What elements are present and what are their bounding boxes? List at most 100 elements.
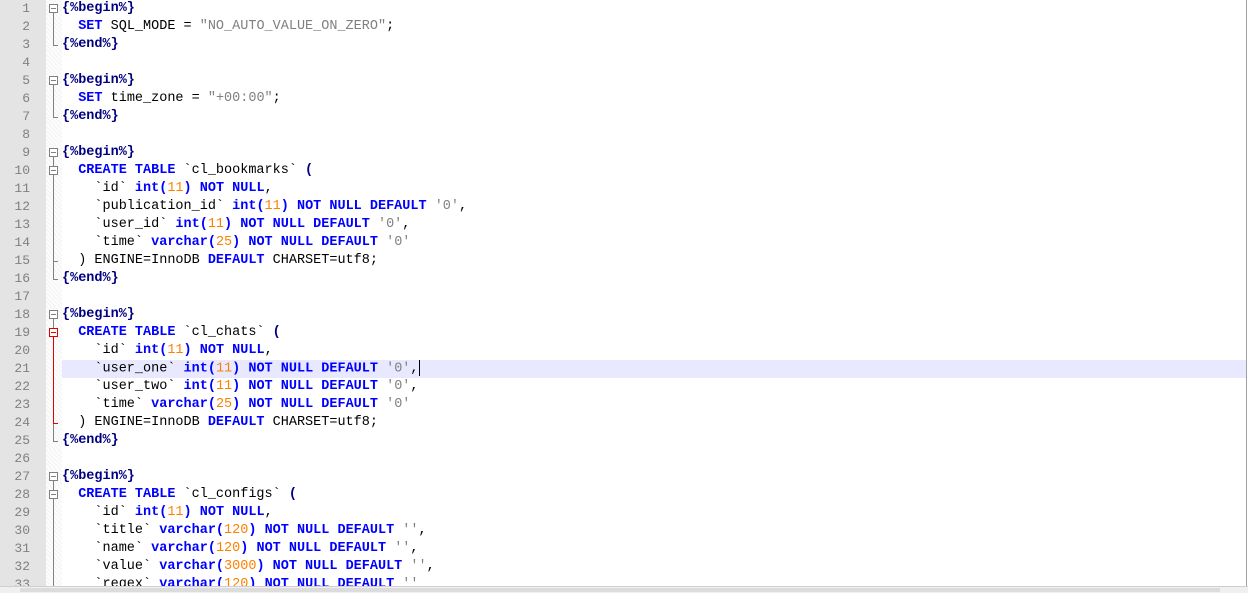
code-text[interactable]: {%begin%} — [62, 144, 1246, 162]
line-number: 1 — [0, 0, 46, 18]
code-line[interactable]: 8 — [0, 126, 1246, 144]
code-editor[interactable]: 1 {%begin%} 2 SET SQL_MODE = "NO_AUTO_VALU… — [0, 0, 1247, 586]
code-token: , — [264, 181, 273, 196]
line-number: 28 — [0, 486, 46, 504]
code-line[interactable]: 1 {%begin%} — [0, 0, 1246, 18]
code-line[interactable]: 4 — [0, 54, 1246, 72]
code-text[interactable]: `id` int(11) NOT NULL, — [62, 504, 1246, 522]
code-text[interactable]: SET time_zone = "+00:00"; — [62, 90, 1246, 108]
code-line[interactable]: 9 {%begin%} — [0, 144, 1246, 162]
code-text[interactable]: `publication_id` int(11) NOT NULL DEFAUL… — [62, 198, 1246, 216]
fold-collapse-icon[interactable] — [49, 76, 58, 85]
code-line[interactable]: 20 `id` int(11) NOT NULL, — [0, 342, 1246, 360]
code-text[interactable]: CREATE TABLE `cl_chats` ( — [62, 324, 1246, 342]
code-text[interactable]: {%end%} — [62, 108, 1246, 126]
code-text[interactable]: {%begin%} — [62, 468, 1246, 486]
code-token: {%begin%} — [62, 1, 135, 16]
code-line[interactable]: 30 `title` varchar(120) NOT NULL DEFAULT… — [0, 522, 1246, 540]
code-token: `user_id` — [62, 217, 176, 232]
code-token: NOT NULL — [199, 181, 265, 196]
code-token: 25 — [215, 397, 233, 412]
code-text[interactable]: `title` varchar(120) NOT NULL DEFAULT ''… — [62, 522, 1246, 540]
code-token: ) ENGINE=InnoDB — [62, 415, 208, 430]
fold-margin — [46, 72, 62, 90]
code-text[interactable] — [62, 126, 1246, 144]
code-text[interactable]: `id` int(11) NOT NULL, — [62, 180, 1246, 198]
code-token: `name` — [62, 541, 152, 556]
code-text[interactable]: {%begin%} — [62, 0, 1246, 18]
fold-margin — [46, 360, 62, 378]
code-token: NOT NULL DEFAULT — [240, 217, 370, 232]
code-token: varchar( — [151, 541, 216, 556]
fold-collapse-icon[interactable] — [49, 166, 58, 175]
code-text[interactable]: `time` varchar(25) NOT NULL DEFAULT '0' — [62, 234, 1246, 252]
code-text[interactable]: `user_id` int(11) NOT NULL DEFAULT '0', — [62, 216, 1246, 234]
code-line[interactable]: 2 SET SQL_MODE = "NO_AUTO_VALUE_ON_ZERO"… — [0, 18, 1246, 36]
fold-margin — [46, 468, 62, 486]
code-text[interactable]: `time` varchar(25) NOT NULL DEFAULT '0' — [62, 396, 1246, 414]
code-line[interactable]: 17 — [0, 288, 1246, 306]
code-line[interactable]: 11 `id` int(11) NOT NULL, — [0, 180, 1246, 198]
code-line[interactable]: 3 {%end%} — [0, 36, 1246, 54]
code-text[interactable]: `name` varchar(120) NOT NULL DEFAULT '', — [62, 540, 1246, 558]
code-text[interactable]: {%begin%} — [62, 72, 1246, 90]
code-text[interactable]: {%end%} — [62, 432, 1246, 450]
fold-collapse-icon[interactable] — [49, 148, 58, 157]
code-line[interactable]: 5 {%begin%} — [0, 72, 1246, 90]
code-line[interactable]: 18 {%begin%} — [0, 306, 1246, 324]
code-text[interactable] — [62, 288, 1246, 306]
code-text[interactable]: `regex` varchar(120) NOT NULL DEFAULT '' — [62, 576, 1246, 586]
fold-collapse-icon[interactable] — [49, 4, 58, 13]
code-line[interactable]: 28 CREATE TABLE `cl_configs` ( — [0, 486, 1246, 504]
code-line[interactable]: 6 SET time_zone = "+00:00"; — [0, 90, 1246, 108]
code-line[interactable]: 23 `time` varchar(25) NOT NULL DEFAULT '… — [0, 396, 1246, 414]
code-line[interactable]: 15 ) ENGINE=InnoDB DEFAULT CHARSET=utf8; — [0, 252, 1246, 270]
code-line[interactable]: 25 {%end%} — [0, 432, 1246, 450]
code-line[interactable]: 32 `value` varchar(3000) NOT NULL DEFAUL… — [0, 558, 1246, 576]
code-line[interactable]: 22 `user_two` int(11) NOT NULL DEFAULT '… — [0, 378, 1246, 396]
code-line[interactable]: 24 ) ENGINE=InnoDB DEFAULT CHARSET=utf8; — [0, 414, 1246, 432]
fold-margin — [46, 576, 62, 586]
code-text[interactable]: `id` int(11) NOT NULL, — [62, 342, 1246, 360]
code-line[interactable]: 19 CREATE TABLE `cl_chats` ( — [0, 324, 1246, 342]
scrollbar-thumb[interactable] — [20, 588, 1220, 592]
line-number: 25 — [0, 432, 46, 450]
code-text[interactable]: `value` varchar(3000) NOT NULL DEFAULT '… — [62, 558, 1246, 576]
code-line[interactable]: 13 `user_id` int(11) NOT NULL DEFAULT '0… — [0, 216, 1246, 234]
code-line[interactable]: 31 `name` varchar(120) NOT NULL DEFAULT … — [0, 540, 1246, 558]
code-text[interactable]: SET SQL_MODE = "NO_AUTO_VALUE_ON_ZERO"; — [62, 18, 1246, 36]
code-text[interactable]: CREATE TABLE `cl_configs` ( — [62, 486, 1246, 504]
code-text[interactable]: `user_two` int(11) NOT NULL DEFAULT '0', — [62, 378, 1246, 396]
fold-collapse-icon[interactable] — [49, 490, 58, 499]
code-text[interactable]: ) ENGINE=InnoDB DEFAULT CHARSET=utf8; — [62, 252, 1246, 270]
code-line[interactable]: 10 CREATE TABLE `cl_bookmarks` ( — [0, 162, 1246, 180]
code-line[interactable]: 12 `publication_id` int(11) NOT NULL DEF… — [0, 198, 1246, 216]
code-line[interactable]: 7 {%end%} — [0, 108, 1246, 126]
code-text[interactable] — [62, 54, 1246, 72]
code-text[interactable] — [62, 450, 1246, 468]
code-line[interactable]: 14 `time` varchar(25) NOT NULL DEFAULT '… — [0, 234, 1246, 252]
code-token: , — [418, 523, 427, 538]
code-line[interactable]: 33 `regex` varchar(120) NOT NULL DEFAULT… — [0, 576, 1246, 586]
code-token: {%begin%} — [62, 307, 135, 322]
code-line[interactable]: 29 `id` int(11) NOT NULL, — [0, 504, 1246, 522]
code-token: 11 — [167, 343, 184, 358]
code-text[interactable]: {%end%} — [62, 36, 1246, 54]
code-text[interactable]: CREATE TABLE `cl_bookmarks` ( — [62, 162, 1246, 180]
code-line[interactable]: 16 {%end%} — [0, 270, 1246, 288]
code-text[interactable]: ) ENGINE=InnoDB DEFAULT CHARSET=utf8; — [62, 414, 1246, 432]
code-line[interactable]: 21 `user_one` int(11) NOT NULL DEFAULT '… — [0, 360, 1246, 378]
fold-margin — [46, 522, 62, 540]
code-text[interactable]: {%end%} — [62, 270, 1246, 288]
code-line[interactable]: 27 {%begin%} — [0, 468, 1246, 486]
fold-collapse-icon[interactable] — [49, 472, 58, 481]
code-text[interactable]: `user_one` int(11) NOT NULL DEFAULT '0', — [62, 360, 1246, 378]
code-line[interactable]: 26 — [0, 450, 1246, 468]
fold-collapse-icon[interactable] — [49, 328, 58, 337]
code-token: NOT NULL DEFAULT — [264, 577, 395, 586]
fold-collapse-icon[interactable] — [49, 310, 58, 319]
code-token: '' — [402, 523, 419, 538]
code-text[interactable]: {%begin%} — [62, 306, 1246, 324]
